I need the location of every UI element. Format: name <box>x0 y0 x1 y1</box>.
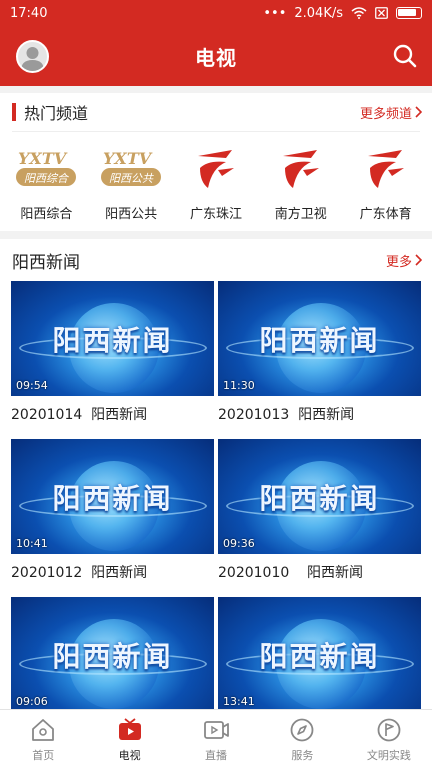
channel-yangxi-public[interactable]: YXTV 阳西公共 阳西公共 <box>91 144 171 222</box>
video-duration: 09:36 <box>223 537 255 550</box>
live-icon <box>204 721 229 739</box>
status-speed: 2.04K/s <box>294 5 343 21</box>
video-caption: 20201014 阳西新闻 <box>11 407 148 423</box>
channel-guangdong-sports[interactable]: 广东体育 <box>346 144 426 222</box>
video-duration: 09:06 <box>16 695 48 708</box>
tab-live[interactable]: 直播 <box>173 710 259 768</box>
status-bar: 17:40 ••• 2.04K/s <box>0 0 432 26</box>
thumbnail-title: 阳西新闻 <box>259 482 380 515</box>
gdtv-logo <box>184 144 248 194</box>
more-channels-link[interactable]: 更多频道 <box>360 103 422 122</box>
channel-name: 阳西综合 <box>20 207 73 222</box>
tab-civilization-practice[interactable]: 文明实践 <box>346 710 432 768</box>
video-duration: 10:41 <box>16 537 48 550</box>
more-news-link[interactable]: 更多 <box>386 251 422 270</box>
channel-southern-tv[interactable]: 南方卫视 <box>261 144 341 222</box>
thumbnail-title: 阳西新闻 <box>52 482 173 515</box>
search-icon[interactable] <box>392 43 418 69</box>
svg-text:YXTV: YXTV <box>103 149 153 168</box>
tab-label: 文明实践 <box>366 749 411 762</box>
video-thumbnail: 阳西新闻 11:30 <box>218 281 421 396</box>
wifi-icon <box>351 7 367 19</box>
section-title: 阳西新闻 <box>12 252 80 273</box>
tab-services[interactable]: 服务 <box>259 710 345 768</box>
chevron-right-icon <box>415 254 422 266</box>
yxtv-logo: YXTV 阳西公共 <box>99 144 163 194</box>
thumbnail-title: 阳西新闻 <box>52 324 173 357</box>
sim-disabled-icon <box>375 7 388 19</box>
video-duration: 13:41 <box>223 695 255 708</box>
avatar[interactable] <box>16 40 49 73</box>
compass-icon <box>291 718 314 742</box>
video-caption: 20201010 阳西新闻 <box>218 565 364 581</box>
thumbnail-title: 阳西新闻 <box>52 640 173 673</box>
video-card[interactable]: 阳西新闻 09:36 20201010 阳西新闻 <box>218 439 421 597</box>
video-card[interactable]: 阳西新闻 10:41 20201012 阳西新闻 <box>11 439 214 597</box>
gdtv-logo <box>269 144 333 194</box>
svg-text:YXTV: YXTV <box>18 149 68 168</box>
chevron-right-icon <box>415 106 422 118</box>
video-caption: 20201013 阳西新闻 <box>218 407 355 423</box>
page-title: 电视 <box>195 45 237 70</box>
bottom-tab-bar: 首页 电视 直播 服务 文明实践 <box>0 709 432 768</box>
thumbnail-title: 阳西新闻 <box>259 324 380 357</box>
tab-label: 服务 <box>291 749 314 762</box>
tab-label: 电视 <box>118 749 141 762</box>
more-channels-label: 更多频道 <box>359 106 412 122</box>
video-duration: 11:30 <box>223 379 255 392</box>
video-thumbnail: 阳西新闻 13:41 <box>218 597 421 709</box>
yxtv-logo: YXTV 阳西综合 <box>14 144 78 194</box>
section-accent-bar <box>12 103 16 121</box>
video-thumbnail: 阳西新闻 09:54 <box>11 281 214 396</box>
svg-text:阳西公共: 阳西公共 <box>109 172 154 185</box>
more-news-label: 更多 <box>385 254 412 270</box>
channel-yangxi-general[interactable]: YXTV 阳西综合 阳西综合 <box>6 144 86 222</box>
video-duration: 09:54 <box>16 379 48 392</box>
video-card[interactable]: 阳西新闻 09:54 20201014 阳西新闻 <box>11 281 214 439</box>
gdtv-logo <box>354 144 418 194</box>
home-icon <box>32 719 55 741</box>
video-thumbnail: 阳西新闻 09:06 <box>11 597 214 709</box>
user-avatar-icon <box>21 47 44 71</box>
yangxi-news-section: 阳西新闻 更多 阳西新闻 09:54 20201014 阳西新闻 阳西新闻 11… <box>0 239 432 709</box>
channel-guangdong-pearl-river[interactable]: 广东珠江 <box>176 144 256 222</box>
tab-tv[interactable]: 电视 <box>86 710 172 768</box>
video-card[interactable]: 阳西新闻 09:06 <box>11 597 214 709</box>
video-card[interactable]: 阳西新闻 13:41 <box>218 597 421 709</box>
tab-home[interactable]: 首页 <box>0 710 86 768</box>
video-thumbnail: 阳西新闻 09:36 <box>218 439 421 554</box>
app-bar: 电视 <box>0 26 432 86</box>
video-thumbnail: 阳西新闻 10:41 <box>11 439 214 554</box>
status-time: 17:40 <box>10 5 48 21</box>
status-dots: ••• <box>263 5 287 21</box>
thumbnail-title: 阳西新闻 <box>259 640 380 673</box>
channel-name: 广东体育 <box>359 207 412 222</box>
section-title: 热门频道 <box>24 104 89 123</box>
channel-name: 南方卫视 <box>274 207 327 222</box>
battery-icon <box>396 7 422 19</box>
video-card[interactable]: 阳西新闻 11:30 20201013 阳西新闻 <box>218 281 421 439</box>
video-caption: 20201012 阳西新闻 <box>11 565 148 581</box>
channel-name: 广东珠江 <box>189 207 242 222</box>
tab-label: 直播 <box>205 749 228 762</box>
channel-name: 阳西公共 <box>105 207 158 222</box>
tv-icon <box>118 718 141 740</box>
hot-channels-section: 热门频道 更多频道 YXTV 阳西综合 阳西综合 YXTV 阳西公共 阳西公共 … <box>0 93 432 231</box>
tab-label: 首页 <box>32 749 55 762</box>
flag-icon <box>377 718 401 742</box>
svg-text:阳西综合: 阳西综合 <box>24 172 70 185</box>
